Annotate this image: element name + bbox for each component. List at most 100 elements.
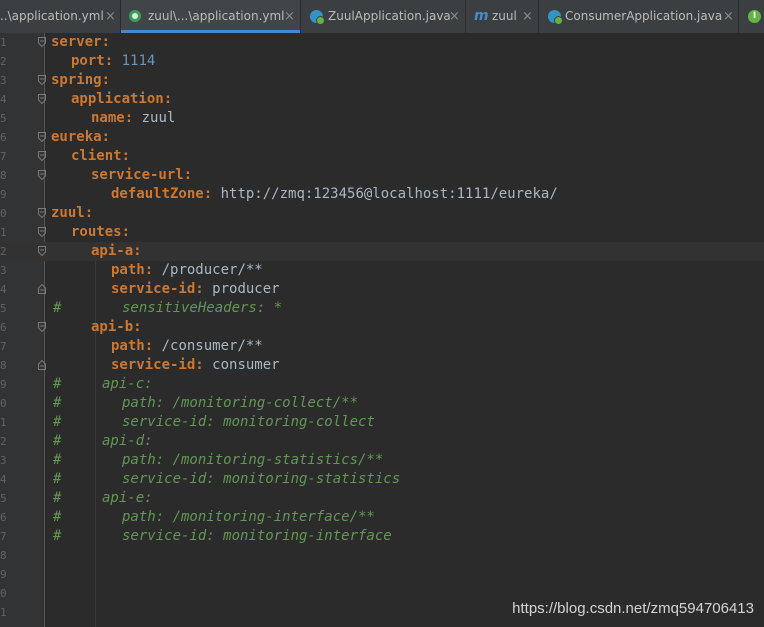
yaml-entry: service-url: [91,166,192,185]
comment-hash: # [53,433,62,449]
fold-open-icon[interactable] [38,246,46,256]
line-number: 1 [0,606,6,619]
yaml-value: 1114 [121,53,156,69]
code-line[interactable]: 8 service-url: [0,166,764,185]
yaml-key: path: [111,338,154,354]
yaml-entry: defaultZone: http://zmq:123456@localhost… [111,185,558,204]
code-line[interactable]: 5 # sensitiveHeaders: * [0,299,764,318]
yaml-key: spring: [51,72,111,88]
yaml-key: server: [51,34,111,50]
line-number: 5 [0,112,6,125]
code-line[interactable]: 6 api-b: [0,318,764,337]
maven-icon: m [474,8,489,24]
code-line[interactable]: 9 # api-c: [0,375,764,394]
java-class-icon [310,10,325,25]
line-number: 6 [0,321,6,334]
yaml-entry: api-b: [91,318,142,337]
code-editor[interactable]: 1 server: 2 port: 1114 3 spring: 4 application:… [0,33,764,627]
line-number: 8 [0,169,6,182]
code-line[interactable]: 8 [0,546,764,565]
code-line[interactable]: 1 routes: [0,223,764,242]
comment-text: sensitiveHeaders: * [122,300,283,316]
yaml-key: eureka: [51,129,111,145]
fold-close-icon[interactable] [38,284,46,294]
tab-zuulapplication-java[interactable]: ZuulApplication.java × [301,0,466,33]
line-number: 1 [0,36,6,49]
fold-open-icon[interactable] [38,94,46,104]
code-line[interactable]: 1 server: [0,33,764,52]
close-icon[interactable]: × [723,0,734,33]
fold-open-icon[interactable] [38,37,46,47]
fold-open-icon[interactable] [38,132,46,142]
yaml-entry: name: zuul [91,109,175,128]
comment-text: path: /monitoring-interface/** [122,509,375,525]
code-line[interactable]: 0 zuul: [0,204,764,223]
code-line[interactable]: 7 path: /consumer/** [0,337,764,356]
tab-parent-application-yml[interactable]: ..\application.yml × [0,0,121,33]
comment-text: api-d: [102,433,153,449]
line-number: 2 [0,435,6,448]
code-line[interactable]: 7 # service-id: monitoring-interface [0,527,764,546]
leaf-icon [129,10,141,22]
yaml-key: service-id: [111,281,204,297]
fold-open-icon[interactable] [38,227,46,237]
code-line[interactable]: 0 # path: /monitoring-collect/** [0,394,764,413]
yaml-key: application: [71,91,173,107]
tab-zuul-maven[interactable]: m zuul × [466,0,539,33]
ide-window: ..\application.yml × zuul\...\applicatio… [0,0,764,627]
code-line[interactable]: 4 service-id: producer [0,280,764,299]
yaml-key: routes: [71,224,131,240]
line-number: 7 [0,340,6,353]
fold-open-icon[interactable] [38,151,46,161]
code-line[interactable]: 1 # service-id: monitoring-collect [0,413,764,432]
tab-consumerapplication-java[interactable]: ConsumerApplication.java × [539,0,739,33]
yaml-key: client: [71,148,131,164]
fold-close-icon[interactable] [38,360,46,370]
code-line[interactable]: 5 # api-e: [0,489,764,508]
comment-hash: # [53,490,62,506]
code-line[interactable]: 6 # path: /monitoring-interface/** [0,508,764,527]
code-line[interactable]: 9 defaultZone: http://zmq:123456@localhos… [0,185,764,204]
code-line[interactable]: 4 application: [0,90,764,109]
code-line[interactable]: 9 [0,565,764,584]
line-number: 7 [0,150,6,163]
fold-open-icon[interactable] [38,170,46,180]
line-number: 3 [0,74,6,87]
code-line[interactable]: 8 service-id: consumer [0,356,764,375]
yaml-entry: service-id: producer [111,280,280,299]
code-line[interactable]: 2 api-a: [0,242,764,261]
tab-zuul-application-yml[interactable]: zuul\...\application.yml × [121,0,301,33]
code-line[interactable]: 3 spring: [0,71,764,90]
yaml-key: path: [111,262,154,278]
fold-open-icon[interactable] [38,208,46,218]
code-line[interactable]: 6 eureka: [0,128,764,147]
comment-hash: # [53,395,62,411]
line-number: 4 [0,283,6,296]
line-number: 8 [0,359,6,372]
yaml-entry: client: [71,147,130,166]
line-number: 9 [0,568,6,581]
yaml-value: producer [212,281,280,297]
close-icon[interactable]: × [284,0,295,33]
comment-text: service-id: monitoring-collect [122,414,375,430]
line-number: 9 [0,378,6,391]
close-icon[interactable]: × [105,0,116,33]
code-line[interactable]: 3 path: /producer/** [0,261,764,280]
yaml-entry: server: [51,33,110,52]
code-line[interactable]: 5 name: zuul [0,109,764,128]
code-line[interactable]: 2 # api-d: [0,432,764,451]
close-icon[interactable]: × [522,0,533,33]
yaml-value: http://zmq:123456@localhost:1111/eureka/ [220,186,558,202]
fold-open-icon[interactable] [38,75,46,85]
close-icon[interactable]: × [449,0,460,33]
code-line[interactable]: 4 # service-id: monitoring-statistics [0,470,764,489]
tab-interface-file[interactable]: I [739,0,764,33]
code-line[interactable]: 2 port: 1114 [0,52,764,71]
line-number: 0 [0,587,6,600]
tab-label: ConsumerApplication.java [565,9,723,23]
line-number: 9 [0,188,6,201]
code-line[interactable]: 3 # path: /monitoring-statistics/** [0,451,764,470]
line-number: 2 [0,55,6,68]
fold-open-icon[interactable] [38,322,46,332]
code-line[interactable]: 7 client: [0,147,764,166]
